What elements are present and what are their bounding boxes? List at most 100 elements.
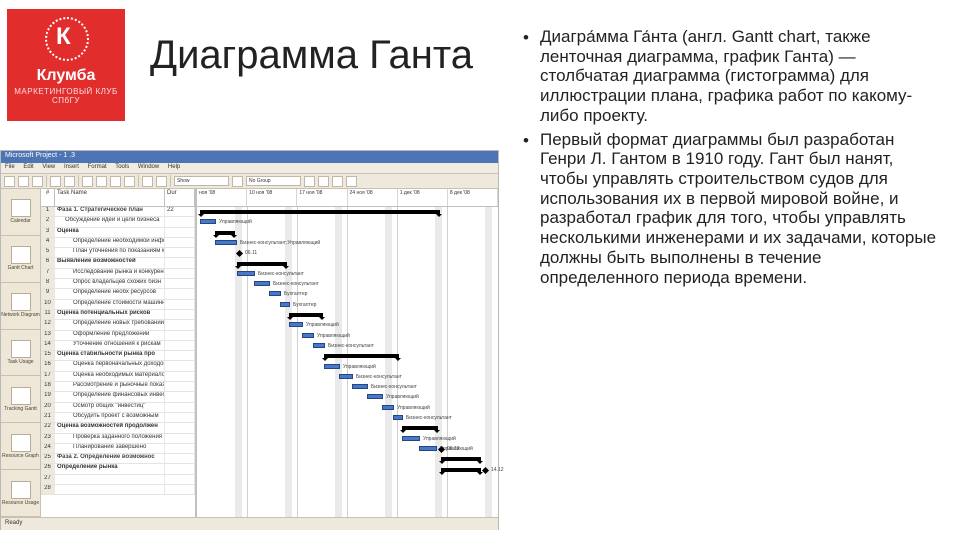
font-icon[interactable] (232, 176, 243, 187)
save-icon[interactable] (32, 176, 43, 187)
task-bar[interactable] (313, 343, 325, 348)
table-row[interactable]: 14Уточнение отношения к рискам (41, 341, 195, 351)
task-bar[interactable] (269, 291, 281, 296)
preview-icon[interactable] (64, 176, 75, 187)
task-bar[interactable] (200, 219, 216, 224)
bar-label: Бизнес-консультант (371, 384, 417, 390)
view-res-graph[interactable]: Resource Graph (1, 423, 40, 470)
table-row[interactable]: 7Исследование рынка и конкурен (41, 269, 195, 279)
table-row[interactable]: 2Обсуждение идеи и цели бизнеса (41, 217, 195, 227)
open-icon[interactable] (18, 176, 29, 187)
task-bar[interactable] (302, 333, 314, 338)
zoom-out-icon[interactable] (318, 176, 329, 187)
bar-label: 06.12 (447, 446, 460, 452)
task-bar[interactable] (367, 394, 383, 399)
summary-bar[interactable] (215, 231, 235, 235)
view-res-usage[interactable]: Resource Usage (1, 470, 40, 517)
table-row[interactable]: 4Определение необходимой информ (41, 238, 195, 248)
table-row[interactable]: 19Определение финансовых инвестб (41, 392, 195, 402)
group-select[interactable]: No Group (246, 176, 301, 186)
table-row[interactable]: 18Рассмотрение и рыночные показ (41, 382, 195, 392)
table-row[interactable]: 9Определение необх ресурсов (41, 289, 195, 299)
view-task-usage[interactable]: Task Usage (1, 330, 40, 377)
summary-bar[interactable] (441, 457, 481, 461)
bar-label: Бизнес-консультант;Управляющий (240, 240, 320, 246)
summary-bar[interactable] (289, 313, 323, 317)
table-row[interactable]: 21Обсудить проект с возможным (41, 413, 195, 423)
timescale-col: ноя '08 (197, 189, 247, 206)
help-icon[interactable] (346, 176, 357, 187)
summary-bar[interactable] (324, 354, 399, 358)
goto-icon[interactable] (332, 176, 343, 187)
menu-item[interactable]: Edit (23, 164, 33, 170)
view-bar: Calendar Gantt Chart Network Diagram Tas… (1, 189, 41, 517)
bar-label: Управляющий (397, 405, 430, 411)
task-bar[interactable] (419, 446, 437, 451)
timescale-col: 1 дек '08 (398, 189, 448, 206)
summary-bar[interactable] (441, 468, 481, 472)
table-row[interactable]: 25Фаза 2. Определение возможнос (41, 454, 195, 464)
table-row[interactable]: 28 (41, 485, 195, 495)
table-row[interactable]: 10Определение стоимости машинных (41, 300, 195, 310)
table-row[interactable]: 15Оценка стабильности рынка про (41, 351, 195, 361)
summary-bar[interactable] (200, 210, 440, 214)
task-bar[interactable] (382, 405, 394, 410)
task-bar[interactable] (289, 322, 303, 327)
cut-icon[interactable] (82, 176, 93, 187)
task-bar[interactable] (254, 281, 270, 286)
link-icon[interactable] (142, 176, 153, 187)
view-network[interactable]: Network Diagram (1, 283, 40, 330)
task-bar[interactable] (393, 415, 403, 420)
table-row[interactable]: 23Проверка заданного положения (41, 434, 195, 444)
task-bar[interactable] (324, 364, 340, 369)
menu-item[interactable]: Format (88, 164, 107, 170)
table-row[interactable]: 24Планирование завершено (41, 444, 195, 454)
table-row[interactable]: 17Оценка необходимых материалов (41, 372, 195, 382)
undo-icon[interactable] (124, 176, 135, 187)
copy-icon[interactable] (96, 176, 107, 187)
task-bar[interactable] (352, 384, 368, 389)
menu-item[interactable]: Help (168, 164, 180, 170)
view-tracking[interactable]: Tracking Gantt (1, 376, 40, 423)
unlink-icon[interactable] (156, 176, 167, 187)
menu-item[interactable]: Insert (64, 164, 79, 170)
table-row[interactable]: 3Оценка (41, 228, 195, 238)
task-bar[interactable] (280, 302, 290, 307)
table-row[interactable]: 13Оформление предложений (41, 331, 195, 341)
summary-bar[interactable] (237, 262, 287, 266)
table-row[interactable]: 1Фаза 1. Стратегическое план22 (41, 207, 195, 217)
toolbar: Show No Group (1, 174, 498, 189)
paste-icon[interactable] (110, 176, 121, 187)
table-row[interactable]: 6Выявление возможностей (41, 258, 195, 268)
show-select[interactable]: Show (174, 176, 229, 186)
zoom-in-icon[interactable] (304, 176, 315, 187)
task-bar[interactable] (339, 374, 353, 379)
col-name: Task Name (55, 189, 165, 206)
ms-project-screenshot: Microsoft Project - 1 .3 File Edit View … (0, 150, 499, 530)
table-row[interactable]: 12Определение новых требований (41, 320, 195, 330)
table-row[interactable]: 27 (41, 475, 195, 485)
gantt-chart[interactable]: ноя '08 10 ноя '08 17 ноя '08 24 ноя '08… (196, 189, 498, 517)
view-calendar[interactable]: Calendar (1, 189, 40, 236)
summary-bar[interactable] (402, 426, 438, 430)
menu-item[interactable]: File (5, 164, 15, 170)
table-row[interactable]: 16Оценка первоначальных доходов (41, 361, 195, 371)
table-row[interactable]: 5План уточнения по показаниям м (41, 248, 195, 258)
table-row[interactable]: 11Оценка потенциальных рисков (41, 310, 195, 320)
task-bar[interactable] (237, 271, 255, 276)
table-row[interactable]: 22Оценка возможностей продолжен (41, 423, 195, 433)
table-row[interactable]: 8Опрос владельцев схожих бизн (41, 279, 195, 289)
menu-bar[interactable]: File Edit View Insert Format Tools Windo… (1, 163, 498, 174)
task-bar[interactable] (402, 436, 420, 441)
menu-item[interactable]: Tools (115, 164, 129, 170)
toolbar-divider (138, 175, 139, 187)
new-icon[interactable] (4, 176, 15, 187)
table-row[interactable]: 26Определение рынка (41, 464, 195, 474)
menu-item[interactable]: View (42, 164, 55, 170)
print-icon[interactable] (50, 176, 61, 187)
task-bar[interactable] (215, 240, 237, 245)
table-row[interactable]: 20Осмотр общих "инвестиц" (41, 403, 195, 413)
bullet-1-text: Диагра́мма Га́нта (англ. Gantt chart, та… (540, 27, 938, 126)
menu-item[interactable]: Window (138, 164, 159, 170)
view-gantt[interactable]: Gantt Chart (1, 236, 40, 283)
